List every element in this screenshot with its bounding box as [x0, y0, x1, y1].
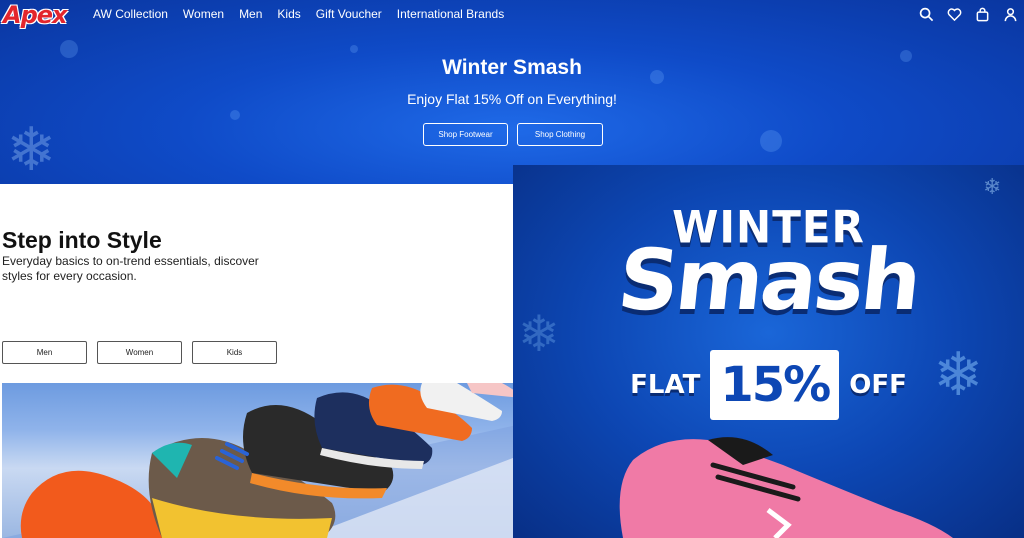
section-title: Step into Style	[2, 227, 162, 253]
sneakers-illustration	[2, 383, 526, 538]
nav-item-gift-voucher[interactable]: Gift Voucher	[316, 7, 382, 21]
header-icons	[919, 6, 1018, 22]
brand-logo[interactable]: Apex	[3, 1, 68, 29]
shop-clothing-button[interactable]: Shop Clothing	[517, 123, 603, 146]
women-button[interactable]: Women	[97, 341, 182, 364]
bokeh-dot	[230, 110, 240, 120]
shop-footwear-button[interactable]: Shop Footwear	[423, 123, 508, 146]
sneakers-lineup-image[interactable]	[2, 383, 526, 538]
page: ❄ Apex AW Collection Women Men Kids Gift…	[0, 0, 1024, 538]
nav-item-kids[interactable]: Kids	[277, 7, 300, 21]
nav-item-women[interactable]: Women	[183, 7, 224, 21]
bokeh-dot	[350, 45, 358, 53]
bokeh-dot	[760, 130, 782, 152]
hero-title: Winter Smash	[442, 56, 582, 79]
nav-item-men[interactable]: Men	[239, 7, 262, 21]
hero-subtitle: Enjoy Flat 15% Off on Everything!	[407, 91, 617, 107]
nav-item-aw-collection[interactable]: AW Collection	[93, 7, 168, 21]
top-nav-bar: Apex AW Collection Women Men Kids Gift V…	[0, 0, 1024, 30]
winter-smash-promo-image[interactable]: ❄ ❄ ❄ WINTER Smash FLAT 15% OFF	[513, 165, 1024, 538]
logo-text: Apex	[3, 1, 68, 29]
snowflake-icon: ❄	[6, 115, 57, 184]
pink-sneaker-illustration	[619, 437, 953, 538]
search-icon[interactable]	[919, 6, 934, 22]
section-description: Everyday basics to on-trend essentials, …	[2, 254, 259, 283]
kids-button[interactable]: Kids	[192, 341, 277, 364]
user-icon[interactable]	[1003, 6, 1018, 22]
main-nav: AW Collection Women Men Kids Gift Vouche…	[93, 7, 519, 21]
heart-icon[interactable]	[947, 6, 962, 22]
bag-icon[interactable]	[975, 6, 990, 22]
hero-banner: ❄ Apex AW Collection Women Men Kids Gift…	[0, 0, 1024, 184]
nav-item-international-brands[interactable]: International Brands	[397, 7, 504, 21]
men-button[interactable]: Men	[2, 341, 87, 364]
